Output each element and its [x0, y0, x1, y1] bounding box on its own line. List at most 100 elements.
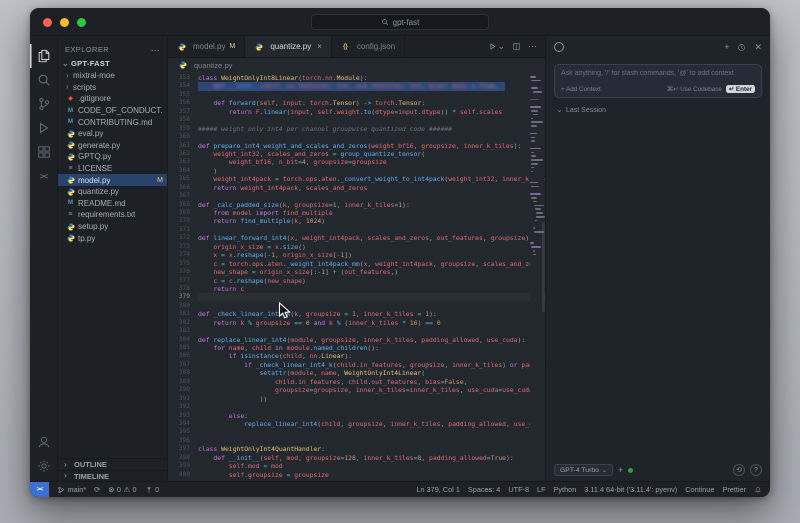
line-number[interactable]: 364 — [168, 167, 194, 175]
file-item-tp.py[interactable]: tp.py — [58, 232, 167, 244]
code-line-393[interactable]: else: — [198, 412, 545, 420]
line-number[interactable]: 376 — [168, 268, 194, 276]
code-line-394[interactable]: replace_linear_int4(child, groupsize, in… — [198, 420, 545, 428]
problems-indicator[interactable]: ⊗ 0 ⚠ 0 — [108, 485, 136, 494]
outline-section[interactable]: › OUTLINE — [58, 459, 167, 470]
line-number[interactable]: 384 — [168, 336, 194, 344]
code-line-358[interactable] — [198, 116, 545, 124]
ports-indicator[interactable]: 0 — [145, 485, 159, 494]
line-number[interactable]: 355 — [168, 91, 194, 99]
line-number[interactable]: 370 — [168, 217, 194, 225]
line-number[interactable]: 360 — [168, 133, 194, 141]
file-item-CODE_OF_CONDUCT.md[interactable]: M CODE_OF_CONDUCT.md — [58, 105, 167, 117]
line-number[interactable]: 389 — [168, 378, 194, 386]
line-number[interactable]: 392 — [168, 403, 194, 411]
help-icon[interactable]: ? — [750, 464, 762, 476]
close-tab-icon[interactable]: × — [317, 42, 322, 51]
code-line-362[interactable]: weight_int32, scales_and_zeros = group_q… — [198, 150, 545, 158]
code-line-392[interactable] — [198, 403, 545, 411]
code-line-378[interactable]: return c — [198, 285, 545, 293]
code-line-369[interactable]: from model import find_multiple — [198, 209, 545, 217]
tab-config.json[interactable]: {} config.json — [331, 36, 406, 57]
code-line-370[interactable]: return find_multiple(k, 1024) — [198, 217, 545, 225]
code-line-380[interactable] — [198, 302, 545, 310]
source-control-icon[interactable] — [30, 92, 58, 116]
code-line-353[interactable]: class WeightOnlyInt8Linear(torch.nn.Modu… — [198, 74, 545, 82]
file-item-generate.py[interactable]: generate.py — [58, 140, 167, 152]
code-line-354[interactable]: def __init__(self, in_features: int, out… — [198, 82, 545, 91]
line-number[interactable]: 368 — [168, 201, 194, 209]
file-item-CONTRIBUTING.md[interactable]: M CONTRIBUTING.md — [58, 116, 167, 128]
code-lines[interactable]: class WeightOnlyInt8Linear(torch.nn.Modu… — [198, 74, 545, 479]
timeline-section[interactable]: › TIMELINE — [58, 470, 167, 481]
code-line-383[interactable] — [198, 327, 545, 335]
line-number[interactable]: 383 — [168, 327, 194, 335]
code-line-366[interactable]: return weight_int4pack, scales_and_zeros — [198, 184, 545, 192]
line-number[interactable]: 398 — [168, 454, 194, 462]
sync-button[interactable]: ⟳ — [94, 485, 100, 494]
code-line-397[interactable]: class WeightOnlyInt4QuantHandler: — [198, 445, 545, 453]
code-line-357[interactable]: return F.linear(input, self.weight.to(dt… — [198, 108, 545, 116]
line-number[interactable]: 363 — [168, 158, 194, 166]
encoding[interactable]: UTF-8 — [508, 485, 529, 494]
code-line-389[interactable]: child.in_features, child.out_features, b… — [198, 378, 545, 386]
gutter[interactable]: 353 354 355 356 357 358 359 360 361 362 363 364 365 3… — [168, 74, 194, 479]
file-item-quantize.py[interactable]: quantize.py — [58, 186, 167, 198]
line-number[interactable]: 394 — [168, 420, 194, 428]
code-line-388[interactable]: setattr(module, name, WeightOnlyInt4Line… — [198, 369, 545, 377]
line-number[interactable]: 388 — [168, 369, 194, 377]
file-item-requirements.txt[interactable]: ≡ requirements.txt — [58, 209, 167, 221]
line-number[interactable]: 391 — [168, 395, 194, 403]
code-line-395[interactable] — [198, 428, 545, 436]
notifications-bell-icon[interactable] — [754, 486, 762, 494]
run-debug-icon[interactable] — [30, 116, 58, 140]
line-number[interactable]: 390 — [168, 386, 194, 394]
continue-extension[interactable]: Continue — [685, 485, 714, 494]
new-chat-icon[interactable]: + — [724, 42, 729, 52]
code-line-385[interactable]: for name, child in module.named_children… — [198, 344, 545, 352]
line-number[interactable]: 371 — [168, 226, 194, 234]
eol-selector[interactable]: LF — [537, 485, 546, 494]
run-button[interactable]: ⌄ — [488, 42, 505, 51]
language-mode[interactable]: Python — [554, 485, 577, 494]
line-number[interactable]: 373 — [168, 243, 194, 251]
file-item-GPTQ.py[interactable]: GPTQ.py — [58, 151, 167, 163]
line-number[interactable]: 366 — [168, 184, 194, 192]
model-selector[interactable]: GPT-4 Turbo ⌄ — [554, 464, 613, 476]
line-number[interactable]: 377 — [168, 277, 194, 285]
file-item-README.md[interactable]: M README.md — [58, 198, 167, 210]
python-interpreter[interactable]: 3.11.4 64-bit ('3.11.4': pyenv) — [584, 485, 677, 494]
more-editor-actions-button[interactable]: ⋯ — [528, 42, 537, 51]
code-line-387[interactable]: if _check_linear_int4_k(child.in_feature… — [198, 361, 545, 369]
line-number[interactable]: 358 — [168, 116, 194, 124]
code-line-361[interactable]: def prepare_int4_weight_and_scales_and_z… — [198, 142, 545, 150]
search-icon[interactable] — [30, 68, 58, 92]
code-line-375[interactable]: c = torch.ops.aten._weight_int4pack_mm(x… — [198, 260, 545, 268]
file-item-scripts[interactable]: › scripts — [58, 82, 167, 94]
add-context-button[interactable]: + Add Context — [561, 86, 601, 93]
file-item-model.py[interactable]: model.py M — [58, 174, 167, 186]
split-editor-button[interactable] — [512, 42, 521, 51]
more-actions-icon[interactable]: ⋯ — [151, 45, 160, 54]
code-line-377[interactable]: c = c.reshape(new_shape) — [198, 277, 545, 285]
code-line-363[interactable]: weight_bf16, n_bit=4, groupsize=groupsiz… — [198, 158, 545, 166]
last-session-link[interactable]: ⌄ Last Session — [556, 106, 760, 114]
explorer-icon[interactable] — [30, 44, 58, 68]
code-line-396[interactable] — [198, 437, 545, 445]
line-number[interactable]: 367 — [168, 192, 194, 200]
line-number[interactable]: 400 — [168, 471, 194, 479]
indentation[interactable]: Spaces: 4 — [468, 485, 500, 494]
line-number[interactable]: 357 — [168, 108, 194, 116]
code-line-356[interactable]: def forward(self, input: torch.Tensor) -… — [198, 99, 545, 107]
line-number[interactable]: 396 — [168, 437, 194, 445]
code-line-373[interactable]: origin_x_size = x.size() — [198, 243, 545, 251]
breadcrumb[interactable]: quantize.py — [168, 58, 545, 72]
line-number[interactable]: 372 — [168, 234, 194, 242]
extensions-icon[interactable] — [30, 140, 58, 164]
line-number[interactable]: 382 — [168, 319, 194, 327]
cursor-position[interactable]: Ln 379, Col 1 — [416, 485, 459, 494]
code-line-368[interactable]: def _calc_padded_size(k, groupsize=1, in… — [198, 201, 545, 209]
line-number[interactable]: 374 — [168, 251, 194, 259]
close-window-button[interactable] — [43, 17, 52, 27]
code-line-360[interactable] — [198, 133, 545, 141]
